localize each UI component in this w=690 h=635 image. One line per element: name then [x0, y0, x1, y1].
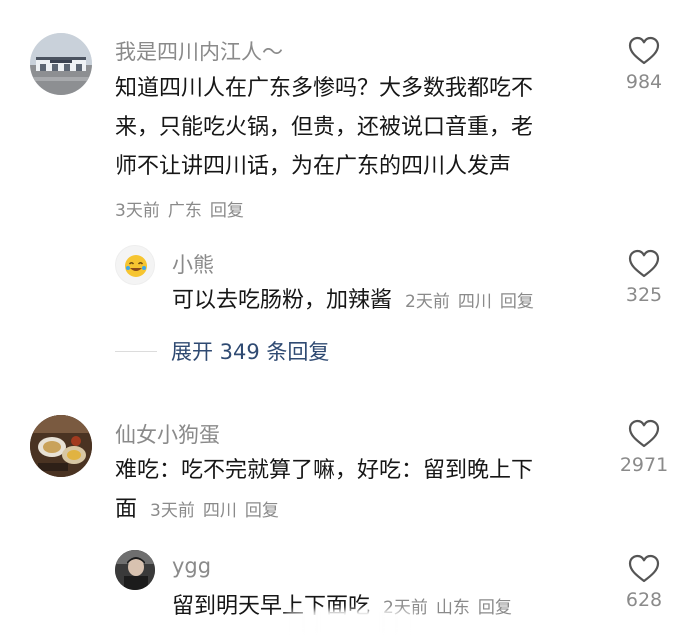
- reply-text[interactable]: 可以去吃肠粉，加辣酱: [172, 288, 392, 313]
- person-photo-avatar-icon: [115, 550, 155, 590]
- comment-text-line: 难吃：吃不完就算了嘛，好吃：留到晚上下: [115, 458, 534, 483]
- comment-text-line: 知道四川人在广东多惨吗？大多数我都吃不: [115, 76, 534, 101]
- comment-text[interactable]: 难吃：吃不完就算了嘛，好吃：留到晚上下 面 3天前 四川 回复: [115, 451, 595, 531]
- like-count: 325: [625, 284, 663, 306]
- reply-meta: 2天前 四川 回复: [405, 292, 542, 312]
- watermark-overlay: [285, 610, 415, 634]
- comment-meta: 3天前 四川 回复: [150, 501, 287, 521]
- comment-text-line-last: 面 3天前 四川 回复: [115, 490, 595, 531]
- heart-icon: [628, 249, 660, 278]
- comment-text-line: 面: [115, 497, 138, 522]
- avatar[interactable]: [30, 33, 92, 95]
- comment-username[interactable]: 我是四川内江人～: [115, 36, 283, 66]
- reply-username[interactable]: 小熊: [172, 249, 214, 279]
- like-count: 2971: [619, 454, 669, 476]
- heart-icon: [628, 419, 660, 448]
- station-photo-avatar-icon: [30, 33, 92, 95]
- reply-button[interactable]: 回复: [245, 501, 279, 521]
- like-button[interactable]: 984: [609, 36, 679, 93]
- comment-meta: 3天前 广东 回复: [115, 196, 252, 221]
- reply-location: 山东: [435, 598, 470, 618]
- reply-button[interactable]: 回复: [210, 201, 244, 221]
- heart-icon: [628, 36, 660, 65]
- heart-icon: [628, 554, 660, 583]
- expand-replies-label: 展开 349 条回复: [171, 340, 330, 364]
- comment-time: 3天前: [150, 501, 195, 521]
- like-button[interactable]: 628: [609, 554, 679, 611]
- reply-time: 2天前: [405, 292, 450, 312]
- avatar[interactable]: [115, 550, 155, 590]
- comment-text[interactable]: 知道四川人在广东多惨吗？大多数我都吃不 来，只能吃火锅，但贵，还被说口音重，老 …: [115, 69, 595, 186]
- smiley-emoji-avatar-icon: [125, 255, 147, 277]
- like-button[interactable]: 2971: [609, 419, 679, 476]
- avatar[interactable]: [30, 415, 92, 477]
- comment-item: 我是四川内江人～ 知道四川人在广东多惨吗？大多数我都吃不 来，只能吃火锅，但贵，…: [0, 0, 690, 330]
- expand-replies-button[interactable]: 展开 349 条回复: [115, 336, 329, 366]
- reply-button[interactable]: 回复: [478, 598, 512, 618]
- comment-location: 广东: [167, 201, 202, 221]
- food-photo-avatar-icon: [30, 415, 92, 477]
- reply-text-row: 可以去吃肠粉，加辣酱 2天前 四川 回复: [172, 281, 542, 322]
- reply-username[interactable]: ygg: [172, 554, 211, 578]
- comment-text-line: 来，只能吃火锅，但贵，还被说口音重，老: [115, 115, 534, 140]
- like-count: 628: [625, 589, 663, 611]
- comment-username[interactable]: 仙女小狗蛋: [115, 419, 220, 449]
- comment-text-line: 师不让讲四川话，为在广东的四川人发声: [115, 154, 512, 179]
- reply-location: 四川: [457, 292, 492, 312]
- comment-time: 3天前: [115, 201, 160, 221]
- comment-location: 四川: [202, 501, 237, 521]
- like-count: 984: [625, 71, 663, 93]
- reply-button[interactable]: 回复: [500, 292, 534, 312]
- avatar[interactable]: [115, 245, 155, 285]
- divider: [115, 350, 157, 352]
- like-button[interactable]: 325: [609, 249, 679, 306]
